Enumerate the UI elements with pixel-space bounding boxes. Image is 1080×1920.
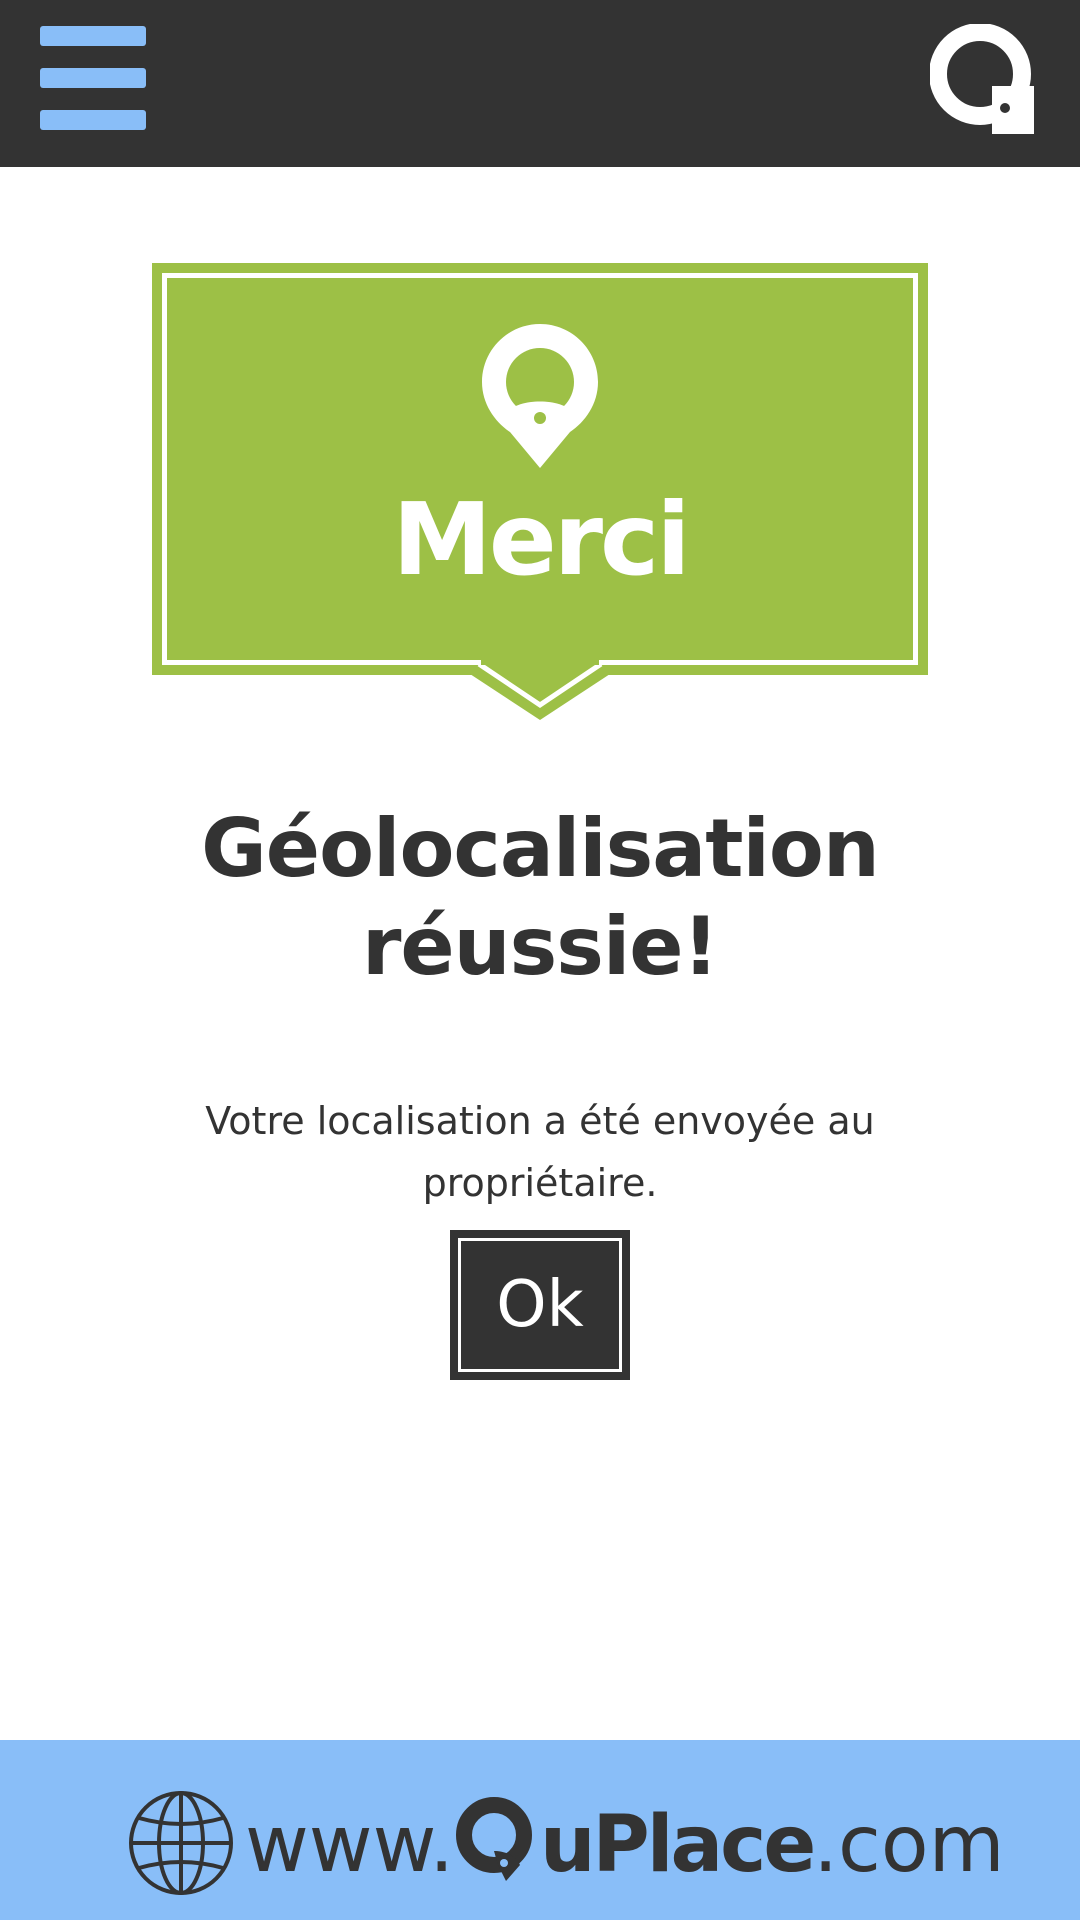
quplace-q-logo-icon[interactable]: [930, 24, 1040, 134]
ok-button[interactable]: Ok: [450, 1230, 630, 1380]
headline-line-2: réussie!: [361, 900, 719, 993]
page-title: Géolocalisation réussie!: [140, 800, 940, 996]
location-pin-icon: [482, 324, 598, 468]
confirmation-message: Votre localisation a été envoyée au prop…: [205, 1099, 875, 1205]
website-url[interactable]: www. uPlace .com: [245, 1790, 1005, 1900]
ok-button-label: Ok: [496, 1268, 584, 1342]
menu-bar-bottom: [40, 110, 146, 130]
top-bar: [0, 0, 1080, 167]
brand-name: uPlace: [454, 1790, 816, 1900]
headline-line-1: Géolocalisation: [201, 802, 880, 895]
hamburger-menu-icon[interactable]: [40, 24, 146, 132]
menu-bar-middle: [40, 68, 146, 88]
url-prefix: www.: [245, 1800, 455, 1890]
menu-bar-top: [40, 26, 146, 46]
globe-icon: [129, 1791, 233, 1895]
url-suffix: .com: [813, 1800, 1005, 1890]
banner-title: Merci: [392, 481, 690, 598]
brand-rest: uPlace: [540, 1800, 816, 1890]
brand-q-logo-icon: [456, 1797, 533, 1881]
